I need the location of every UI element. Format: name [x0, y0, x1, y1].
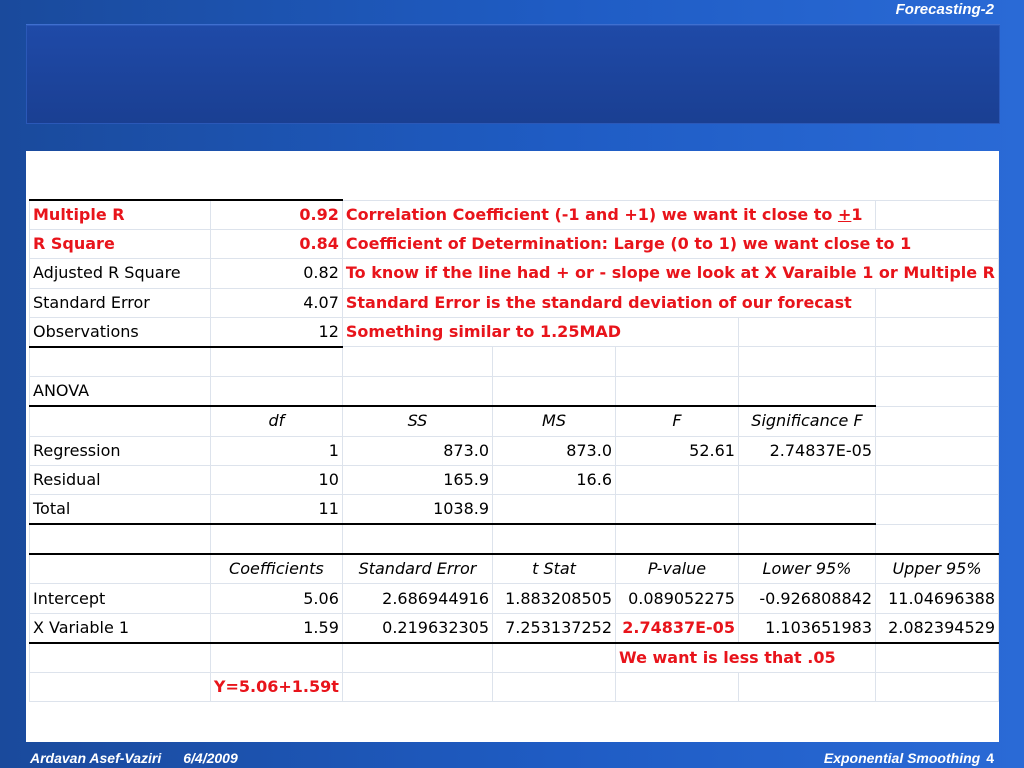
anova-ms: 16.6	[492, 464, 616, 495]
regression-output-table: Multiple R 0.92 Correlation Coefficient …	[29, 199, 1000, 703]
coef-header-t-stat: t Stat	[492, 553, 616, 585]
stat-value-adjusted-r-square: 0.82	[209, 258, 343, 289]
coef-p-value-highlight: 2.74837E-05	[615, 612, 739, 644]
anova-title: ANOVA	[29, 376, 211, 408]
anova-ms: 873.0	[492, 435, 616, 466]
anova-label-total: Total	[29, 493, 211, 526]
coef-t-stat: 7.253137252	[492, 612, 616, 644]
regression-output-panel: Multiple R 0.92 Correlation Coefficient …	[26, 151, 1000, 742]
table-row: Regression 1 873.0 873.0 52.61 2.74837E-…	[29, 435, 999, 466]
anova-ss: 165.9	[341, 464, 494, 495]
anova-f: 52.61	[615, 435, 739, 466]
stat-label-observations: Observations	[29, 316, 211, 348]
anova-ss: 1038.9	[341, 493, 494, 526]
slide-header-label: Forecasting-2	[895, 1, 994, 18]
footer-topic: Exponential Smoothing	[823, 750, 981, 766]
note-coefficient-of-determination: Coefficient of Determination: Large (0 t…	[341, 229, 1000, 260]
coef-label-x-variable-1: X Variable 1	[29, 612, 211, 644]
table-row: df SS MS F Significance F	[29, 405, 999, 437]
note-observations: Something similar to 1.25MAD	[341, 316, 739, 348]
stat-value-observations: 12	[209, 316, 343, 348]
empty-cell	[875, 199, 999, 231]
table-row: Multiple R 0.92 Correlation Coefficient …	[29, 199, 999, 231]
anova-df: 11	[209, 493, 343, 526]
table-row: Observations 12 Something similar to 1.2…	[29, 316, 999, 348]
coef-value: 1.59	[209, 612, 343, 644]
stat-label-r-square: R Square	[29, 229, 211, 260]
note-text: Correlation Coefficient (-1 and +1) we w…	[345, 204, 838, 224]
stat-label-standard-error: Standard Error	[29, 287, 211, 318]
coef-standard-error: 0.219632305	[341, 612, 494, 644]
coef-header-upper-95: Upper 95%	[875, 553, 999, 585]
coef-upper-95: 11.04696388	[875, 583, 999, 614]
table-row: X Variable 1 1.59 0.219632305 7.25313725…	[29, 612, 999, 644]
table-row: Standard Error 4.07 Standard Error is th…	[29, 287, 999, 318]
anova-significance-f: 2.74837E-05	[737, 435, 877, 466]
anova-label-regression: Regression	[29, 435, 211, 466]
table-row: ANOVA	[29, 376, 999, 408]
stat-label-multiple-r: Multiple R	[29, 199, 211, 231]
table-row	[29, 523, 999, 556]
anova-header-ss: SS	[341, 405, 494, 437]
coef-lower-95: -0.926808842	[737, 583, 877, 614]
table-row: Total 11 1038.9	[29, 493, 999, 526]
anova-df: 1	[209, 435, 343, 466]
note-text-end: 1	[851, 204, 863, 224]
table-row: Adjusted R Square 0.82 To know if the li…	[29, 258, 1000, 289]
table-row: Coefficients Standard Error t Stat P-val…	[29, 553, 999, 585]
empty-cell	[737, 316, 877, 348]
coef-value: 5.06	[209, 583, 343, 614]
coef-t-stat: 1.883208505	[492, 583, 616, 614]
anova-df: 10	[209, 464, 343, 495]
empty-cell	[875, 316, 999, 348]
note-standard-error: Standard Error is the standard deviation…	[341, 287, 877, 318]
table-row	[29, 346, 999, 378]
footer-author-date: Ardavan Asef-Vaziri 6/4/2009	[30, 750, 260, 766]
footer-date: 6/4/2009	[183, 750, 238, 766]
stat-label-adjusted-r-square: Adjusted R Square	[29, 258, 211, 289]
anova-ss: 873.0	[341, 435, 494, 466]
footer-topic-page: Exponential Smoothing 4	[824, 750, 994, 766]
slide-title-area	[26, 24, 1000, 124]
table-row: We want is less that .05	[29, 642, 999, 673]
regression-equation: Y=5.06+1.59t	[209, 671, 343, 703]
note-slope: To know if the line had + or - slope we …	[341, 258, 1000, 289]
coef-header-p-value: P-value	[615, 553, 739, 585]
table-row: Residual 10 165.9 16.6	[29, 464, 999, 495]
anova-header-f: F	[615, 405, 739, 437]
stat-value-multiple-r: 0.92	[209, 199, 343, 231]
coef-upper-95: 2.082394529	[875, 612, 999, 644]
coef-standard-error: 2.686944916	[341, 583, 494, 614]
footer-page-number: 4	[986, 750, 994, 766]
empty-cell	[875, 287, 999, 318]
coef-header-coefficients: Coefficients	[209, 553, 343, 585]
note-plus-sign: +	[837, 204, 852, 224]
anova-label-residual: Residual	[29, 464, 211, 495]
stat-value-r-square: 0.84	[209, 229, 343, 260]
footer-author: Ardavan Asef-Vaziri	[30, 750, 162, 766]
table-row: R Square 0.84 Coefficient of Determinati…	[29, 229, 1000, 260]
table-row: Y=5.06+1.59t	[29, 671, 999, 703]
p-value-note: We want is less that .05	[614, 642, 877, 673]
note-correlation-coefficient: Correlation Coefficient (-1 and +1) we w…	[341, 199, 876, 231]
table-row: Intercept 5.06 2.686944916 1.883208505 0…	[29, 583, 999, 614]
coef-header-lower-95: Lower 95%	[737, 553, 877, 585]
coef-p-value: 0.089052275	[615, 583, 739, 614]
anova-header-df: df	[209, 405, 343, 437]
coef-label-intercept: Intercept	[29, 583, 211, 614]
coef-lower-95: 1.103651983	[737, 612, 877, 644]
anova-header-significance-f: Significance F	[737, 405, 877, 437]
stat-value-standard-error: 4.07	[209, 287, 343, 318]
anova-header-ms: MS	[492, 405, 616, 437]
coef-header-standard-error: Standard Error	[341, 553, 494, 585]
